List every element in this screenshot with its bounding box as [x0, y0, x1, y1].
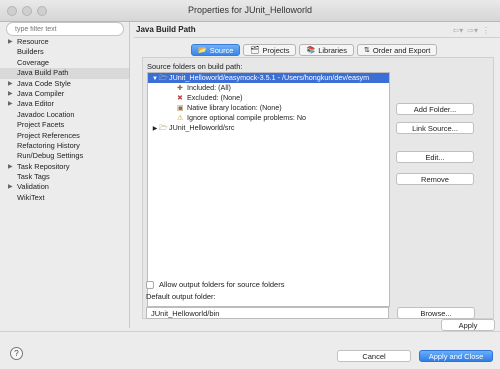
footer-divider	[0, 331, 500, 332]
filter-field[interactable]	[6, 22, 124, 36]
source-folder-row[interactable]: ▼🗁JUnit_Helloworld/easymock-3.5.1 - /Use…	[148, 73, 389, 83]
source-row-label: Native library location: (None)	[187, 103, 282, 112]
filter-input[interactable]	[7, 23, 117, 35]
source-row-label: JUnit_Helloworld/src	[169, 123, 235, 132]
back-arrow-icon[interactable]: ⇦▾	[453, 26, 464, 35]
cancel-button[interactable]: Cancel	[337, 350, 411, 362]
history-nav: ⇦▾ ⇨▾ ⋮	[453, 26, 490, 35]
nav-item-label: Java Editor	[17, 99, 54, 109]
nav-item-builders[interactable]: Builders	[6, 47, 130, 57]
nav-item-label: Java Build Path	[17, 68, 69, 78]
nav-item-project-facets[interactable]: Project Facets	[6, 120, 130, 130]
nav-item-resource[interactable]: ▶ Resource	[6, 37, 130, 47]
nav-item-project-references[interactable]: Project References	[6, 131, 130, 141]
default-output-field[interactable]: JUnit_Helloworld/bin	[146, 307, 389, 319]
tab-projects[interactable]: 🗂 Projects	[243, 44, 297, 56]
window-title: Properties for JUnit_Helloworld	[187, 5, 313, 15]
nav-item-java-editor[interactable]: ▶ Java Editor	[6, 99, 130, 109]
nav-item-label: Java Compiler	[17, 88, 65, 98]
tab-source[interactable]: 📂 Source	[191, 44, 241, 56]
nav-item-label: Run/Debug Settings	[17, 151, 84, 161]
nav-item-java-code-style[interactable]: ▶ Java Code Style	[6, 79, 130, 89]
remove-button[interactable]: Remove	[396, 173, 474, 185]
pane-splitter[interactable]	[129, 22, 130, 328]
tab-libraries[interactable]: 📚 Libraries	[299, 44, 354, 56]
page-title: Java Build Path	[136, 25, 196, 34]
nav-item-label: Refactoring History	[17, 140, 80, 150]
default-output-label: Default output folder:	[146, 292, 216, 301]
build-path-panel: Java Build Path ⇦▾ ⇨▾ ⋮ 📂 Source 🗂 Projects…	[134, 22, 500, 322]
tab-label: Projects	[262, 45, 290, 55]
title-bar: Properties for JUnit_Helloworld	[0, 0, 500, 22]
source-attribute-row[interactable]: ▣ Native library location: (None)	[148, 103, 389, 113]
source-row-label: Ignore optional compile problems: No	[187, 113, 307, 122]
expand-arrow-icon[interactable]: ▶	[8, 99, 13, 109]
title-divider	[134, 37, 500, 38]
nav-item-task-repository[interactable]: ▶ Task Repository	[6, 162, 130, 172]
tab-bar: 📂 Source 🗂 Projects 📚 Libraries ⇅ Order and Exp…	[191, 44, 438, 56]
nav-item-java-compiler[interactable]: ▶ Java Compiler	[6, 89, 130, 99]
expand-arrow-icon[interactable]: ▶	[8, 79, 13, 89]
expand-arrow-icon[interactable]: ▶	[8, 89, 13, 99]
add-folder-button[interactable]: Add Folder...	[396, 103, 474, 115]
nav-item-label: Validation	[17, 182, 49, 192]
tab-label: Libraries	[318, 45, 347, 55]
tab-order-and-export[interactable]: ⇅ Order and Export	[356, 44, 438, 56]
projects-icon: 🗂	[250, 46, 260, 54]
nav-item-label: WikiText	[17, 192, 45, 202]
source-folder-row[interactable]: ▶ 🗁JUnit_Helloworld/src	[148, 123, 389, 133]
nav-item-label: Resource	[17, 37, 49, 46]
allow-output-label: Allow output folders for source folders	[159, 280, 285, 289]
nav-item-run-debug-settings[interactable]: Run/Debug Settings	[6, 151, 130, 161]
nav-item-label: Builders	[17, 47, 44, 57]
source-attribute-row[interactable]: ✚ Included: (All)	[148, 83, 389, 93]
expand-arrow-icon[interactable]: ▶	[8, 37, 13, 47]
link-source-button[interactable]: Link Source...	[396, 122, 474, 134]
nav-item-label: Java Code Style	[17, 78, 71, 88]
view-menu-icon[interactable]: ⋮	[482, 26, 490, 35]
apply-and-close-button[interactable]: Apply and Close	[419, 350, 493, 362]
nav-tree: ▶ Resource Builders Coverage Java Build Path…	[0, 37, 130, 203]
expand-arrow-icon[interactable]: ▶	[8, 162, 13, 172]
tab-label: Order and Export	[372, 45, 431, 55]
source-attribute-row[interactable]: ⚠ Ignore optional compile problems: No	[148, 113, 389, 123]
help-icon[interactable]: ?	[10, 347, 23, 360]
tab-label: Source	[209, 45, 234, 55]
edit-button[interactable]: Edit...	[396, 151, 474, 163]
source-row-label: JUnit_Helloworld/easymock-3.5.1 - /Users…	[169, 73, 370, 82]
nav-item-label: Javadoc Location	[17, 109, 75, 119]
source-folder-icon: 📂	[198, 46, 207, 54]
nav-item-javadoc-location[interactable]: Javadoc Location	[6, 110, 130, 120]
allow-output-option[interactable]: Allow output folders for source folders	[146, 280, 284, 289]
nav-item-label: Coverage	[17, 57, 50, 67]
nav-item-coverage[interactable]: Coverage	[6, 58, 130, 68]
expand-arrow-icon[interactable]: ▶	[8, 182, 13, 192]
allow-output-checkbox[interactable]	[146, 280, 154, 289]
order-export-icon: ⇅	[363, 46, 370, 54]
nav-item-label: Task Tags	[17, 172, 50, 182]
nav-item-validation[interactable]: ▶ Validation	[6, 182, 130, 192]
nav-item-label: Project References	[17, 130, 80, 140]
apply-button[interactable]: Apply	[441, 319, 495, 331]
nav-item-label: Task Repository	[17, 161, 70, 171]
nav-item-refactoring-history[interactable]: Refactoring History	[6, 141, 130, 151]
libraries-icon: 📚	[306, 46, 316, 54]
source-attribute-row[interactable]: ✖ Excluded: (None)	[148, 93, 389, 103]
browse-button[interactable]: Browse...	[397, 307, 475, 319]
expand-toggle-icon[interactable]: ▶	[151, 124, 159, 134]
folder-icon: 🗁	[159, 125, 168, 132]
forward-arrow-icon[interactable]: ⇨▾	[467, 26, 478, 35]
nav-item-java-build-path[interactable]: Java Build Path	[0, 68, 130, 79]
source-row-label: Excluded: (None)	[187, 93, 243, 102]
source-folders-label: Source folders on build path:	[147, 62, 243, 71]
nav-item-wikitext[interactable]: WikiText	[6, 193, 130, 203]
preferences-nav: ▶ ResourceBuildersCoverageJava Build Path…	[0, 22, 130, 322]
source-row-label: Included: (All)	[187, 83, 231, 92]
nav-item-label: Project Facets	[17, 120, 65, 130]
source-folders-tree[interactable]: ▼🗁JUnit_Helloworld/easymock-3.5.1 - /Use…	[147, 72, 390, 307]
nav-item-task-tags[interactable]: Task Tags	[6, 172, 130, 182]
